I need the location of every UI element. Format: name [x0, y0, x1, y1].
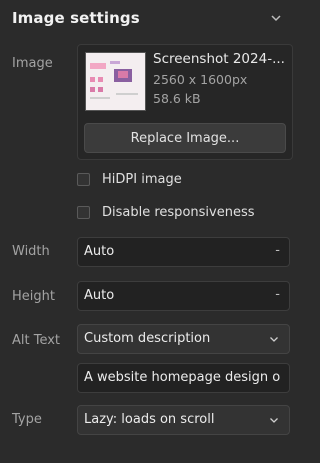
alt-text-input[interactable]: A website homepage design o [77, 363, 290, 393]
image-thumbnail[interactable] [85, 52, 146, 111]
image-label: Image [12, 56, 53, 71]
chevron-down-icon[interactable] [268, 10, 284, 26]
height-unit[interactable]: - [275, 287, 280, 302]
width-unit[interactable]: - [275, 243, 280, 258]
alt-text-label: Alt Text [12, 333, 61, 348]
alt-text-mode-value: Custom description [84, 331, 211, 346]
chevron-down-icon [270, 418, 278, 423]
file-dimensions: 2560 x 1600px [153, 72, 248, 87]
panel-title: Image settings [12, 9, 140, 27]
image-card: Screenshot 2024-... 2560 x 1600px 58.6 k… [77, 44, 293, 160]
hidpi-checkbox[interactable] [77, 173, 90, 186]
height-value: Auto [84, 288, 115, 303]
disable-responsiveness-option[interactable]: Disable responsiveness [77, 205, 255, 220]
type-label: Type [12, 412, 42, 427]
thumbnail-preview-icon [86, 53, 145, 110]
loading-type-value: Lazy: loads on scroll [84, 412, 215, 427]
disable-responsiveness-checkbox[interactable] [77, 206, 90, 219]
file-size: 58.6 kB [153, 91, 201, 106]
image-settings-panel: Image settings Image Screenshot 2024-...… [0, 0, 300, 463]
file-info: Screenshot 2024-... 2560 x 1600px 58.6 k… [153, 51, 285, 108]
hidpi-option[interactable]: HiDPI image [77, 172, 182, 187]
width-label: Width [12, 244, 50, 259]
hidpi-label: HiDPI image [102, 172, 182, 187]
height-label: Height [12, 289, 55, 304]
alt-text-value: A website homepage design o [84, 370, 281, 385]
panel-header[interactable]: Image settings [0, 0, 300, 40]
height-input[interactable]: Auto - [77, 281, 290, 311]
width-input[interactable]: Auto - [77, 237, 290, 267]
disable-responsiveness-label: Disable responsiveness [102, 205, 255, 220]
file-name: Screenshot 2024-... [153, 51, 285, 67]
loading-type-select[interactable]: Lazy: loads on scroll [77, 405, 290, 435]
replace-image-button[interactable]: Replace Image... [84, 123, 286, 153]
width-value: Auto [84, 244, 115, 259]
alt-text-mode-select[interactable]: Custom description [77, 324, 290, 354]
chevron-down-icon [270, 337, 278, 342]
